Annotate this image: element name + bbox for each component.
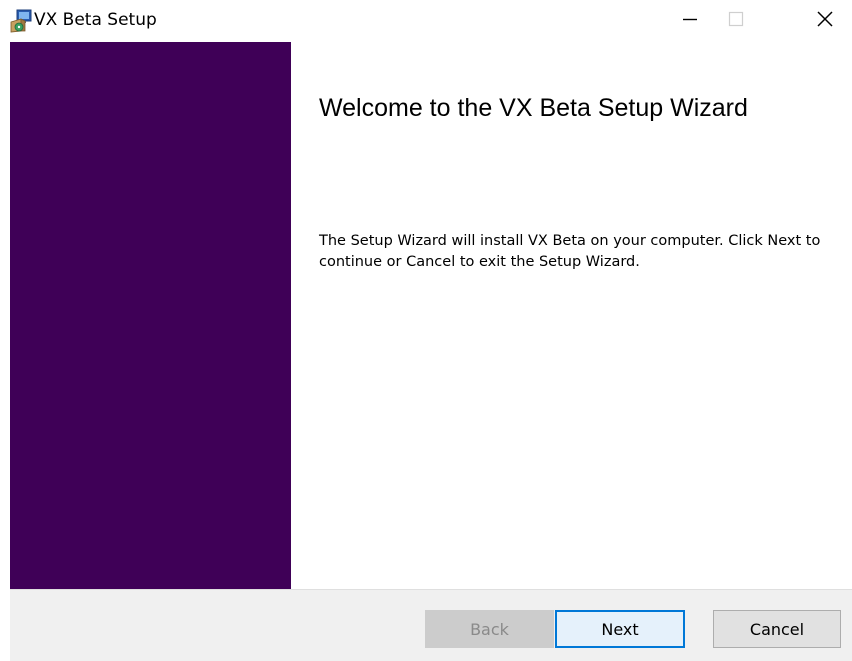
close-button[interactable] xyxy=(802,0,848,42)
page-title: Welcome to the VX Beta Setup Wizard xyxy=(319,94,748,122)
setup-window: VX Beta Setup Welcome to the VX Beta Set… xyxy=(0,0,852,661)
cancel-button[interactable]: Cancel xyxy=(713,610,841,648)
next-button[interactable]: Next xyxy=(555,610,685,648)
installer-icon xyxy=(9,9,33,33)
maximize-button[interactable] xyxy=(713,0,759,42)
window-title: VX Beta Setup xyxy=(34,10,157,30)
maximize-icon xyxy=(727,10,745,32)
wizard-banner xyxy=(10,42,291,589)
welcome-description: The Setup Wizard will install VX Beta on… xyxy=(319,233,821,270)
minimize-button[interactable] xyxy=(667,0,713,42)
back-button[interactable]: Back xyxy=(425,610,554,648)
wizard-content: Welcome to the VX Beta Setup Wizard The … xyxy=(291,42,852,589)
title-bar[interactable]: VX Beta Setup xyxy=(0,0,852,42)
button-bar: Back Next Cancel xyxy=(10,589,852,661)
close-icon xyxy=(815,9,835,33)
minimize-icon xyxy=(681,10,699,32)
